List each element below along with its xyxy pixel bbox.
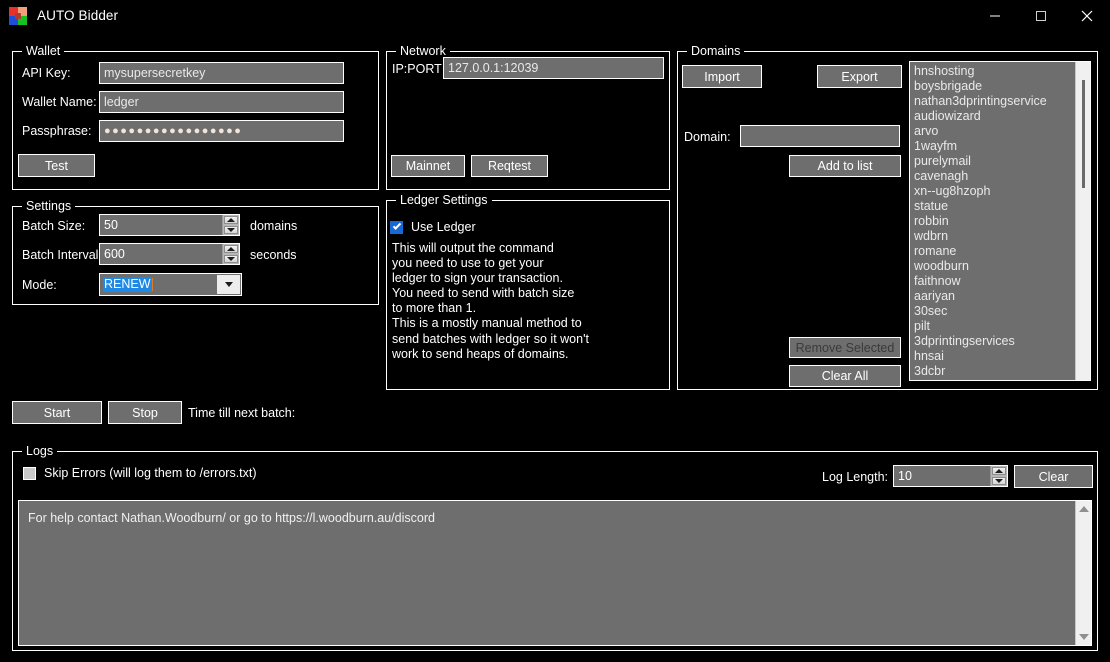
batch-size-input[interactable]: 50 (99, 214, 240, 236)
mode-selected-value: RENEW (103, 277, 152, 292)
import-button[interactable]: Import (682, 65, 762, 88)
domain-list-item[interactable]: 1wayfm (912, 139, 1075, 154)
skip-errors-label: Skip Errors (will log them to /errors.tx… (44, 466, 257, 480)
clear-all-button[interactable]: Clear All (789, 365, 901, 387)
ipport-label: IP:PORT (392, 62, 442, 76)
export-button[interactable]: Export (817, 65, 902, 88)
domain-list-item[interactable]: xn--ug8hzoph (912, 184, 1075, 199)
mode-select[interactable]: RENEW (99, 273, 242, 296)
domain-list-item[interactable]: 3dprintingservices (912, 334, 1075, 349)
skip-errors-checkbox-row[interactable]: Skip Errors (will log them to /errors.tx… (23, 466, 257, 480)
title-bar: AUTO Bidder (0, 0, 1110, 31)
reqtest-button[interactable]: Reqtest (471, 155, 548, 177)
text-cursor (151, 278, 153, 291)
domain-input-label: Domain: (684, 130, 731, 144)
domain-list-item[interactable]: hnshosting (912, 64, 1075, 79)
domain-list-item[interactable]: boysbrigade (912, 79, 1075, 94)
batch-size-decrement-icon[interactable] (224, 226, 238, 234)
log-length-decrement-icon[interactable] (992, 477, 1006, 485)
batch-size-label: Batch Size: (22, 219, 86, 233)
batch-size-increment-icon[interactable] (224, 216, 238, 224)
remove-selected-button[interactable]: Remove Selected (789, 337, 901, 358)
start-button[interactable]: Start (12, 401, 102, 424)
api-key-label: API Key: (22, 66, 71, 80)
log-length-increment-icon[interactable] (992, 467, 1006, 475)
stop-button[interactable]: Stop (108, 401, 182, 424)
window-controls (972, 0, 1110, 31)
batch-interval-input[interactable]: 600 (99, 243, 240, 265)
domain-list-item[interactable]: woodburn (912, 259, 1075, 274)
domain-list-container[interactable]: hnshosting boysbrigade nathan3dprintingser… (909, 61, 1091, 381)
app-logo-icon (9, 6, 27, 25)
log-output-text: For help contact Nathan.Woodburn/ or go … (28, 511, 435, 525)
domain-list[interactable]: hnshosting boysbrigade nathan3dprintingser… (910, 62, 1075, 380)
maximize-button[interactable] (1018, 0, 1064, 31)
network-group-legend: Network (396, 44, 450, 58)
wallet-name-input[interactable]: ledger (99, 91, 344, 113)
time-till-next-batch-label: Time till next batch: (188, 406, 296, 420)
use-ledger-checkbox-row[interactable]: Use Ledger (390, 220, 476, 234)
batch-interval-stepper[interactable]: 600 (99, 243, 240, 265)
window-title: AUTO Bidder (37, 8, 119, 23)
domain-list-item[interactable]: pilt (912, 319, 1075, 334)
log-output-box[interactable]: For help contact Nathan.Woodburn/ or go … (18, 500, 1092, 646)
passphrase-input[interactable]: ●●●●●●●●●●●●●●●●● (99, 120, 344, 142)
domain-list-scrollbar-thumb[interactable] (1082, 80, 1085, 188)
chevron-down-icon[interactable] (217, 275, 240, 294)
mode-label: Mode: (22, 278, 57, 292)
batch-interval-spin-buttons[interactable] (222, 244, 239, 264)
add-to-list-button[interactable]: Add to list (789, 155, 901, 177)
batch-size-stepper[interactable]: 50 (99, 214, 240, 236)
close-button[interactable] (1064, 0, 1110, 31)
test-button[interactable]: Test (18, 154, 95, 177)
batch-size-spin-buttons[interactable] (222, 215, 239, 235)
batch-interval-increment-icon[interactable] (224, 245, 238, 253)
domain-list-item[interactable]: statue (912, 199, 1075, 214)
domain-list-item[interactable]: 3dcbr (912, 364, 1075, 379)
domain-list-item[interactable]: wdbrn (912, 229, 1075, 244)
minimize-button[interactable] (972, 0, 1018, 31)
domain-list-item[interactable]: hnsai (912, 349, 1075, 364)
domain-list-item[interactable]: romane (912, 244, 1075, 259)
domain-input[interactable] (740, 125, 900, 147)
log-length-spin-buttons[interactable] (990, 466, 1007, 486)
batch-size-unit-label: domains (250, 219, 298, 233)
domain-list-item[interactable]: robbin (912, 214, 1075, 229)
ledger-description-text: This will output the command you need to… (392, 241, 589, 361)
domain-list-item[interactable]: audiowizard (912, 109, 1075, 124)
domain-list-item[interactable]: arvo (912, 124, 1075, 139)
passphrase-masked-value: ●●●●●●●●●●●●●●●●● (104, 124, 243, 137)
log-scrollbar[interactable] (1075, 501, 1091, 645)
wallet-group-legend: Wallet (22, 44, 65, 58)
mainnet-button[interactable]: Mainnet (391, 155, 465, 177)
domain-list-item[interactable]: cavenagh (912, 169, 1075, 184)
domain-list-scrollbar[interactable] (1075, 62, 1090, 380)
ipport-input[interactable]: 127.0.0.1:12039 (443, 57, 664, 79)
log-length-label: Log Length: (822, 470, 889, 484)
clear-log-button[interactable]: Clear (1014, 465, 1093, 488)
api-key-input[interactable]: mysupersecretkey (99, 62, 344, 84)
domain-list-item[interactable]: faithnow (912, 274, 1075, 289)
domain-list-item[interactable]: aariyan (912, 289, 1075, 304)
log-length-stepper[interactable]: 10 (893, 465, 1008, 487)
domain-list-item[interactable]: nathan3dprintingservice (912, 94, 1075, 109)
log-scroll-down-icon[interactable] (1076, 629, 1091, 645)
wallet-name-label: Wallet Name: (22, 95, 97, 109)
passphrase-label: Passphrase: (22, 124, 92, 138)
use-ledger-checkbox[interactable] (390, 220, 403, 234)
log-scroll-up-icon[interactable] (1076, 501, 1091, 517)
logs-group-legend: Logs (22, 444, 58, 458)
domain-list-item[interactable]: 30sec (912, 304, 1075, 319)
use-ledger-label: Use Ledger (411, 220, 476, 234)
domains-group-legend: Domains (687, 44, 745, 58)
batch-interval-decrement-icon[interactable] (224, 255, 238, 263)
ledger-settings-group-legend: Ledger Settings (396, 193, 492, 207)
batch-interval-unit-label: seconds (250, 248, 297, 262)
skip-errors-checkbox[interactable] (23, 466, 36, 480)
batch-interval-label: Batch Interval: (22, 248, 102, 262)
settings-group-legend: Settings (22, 199, 76, 213)
domain-list-item[interactable]: purelymail (912, 154, 1075, 169)
